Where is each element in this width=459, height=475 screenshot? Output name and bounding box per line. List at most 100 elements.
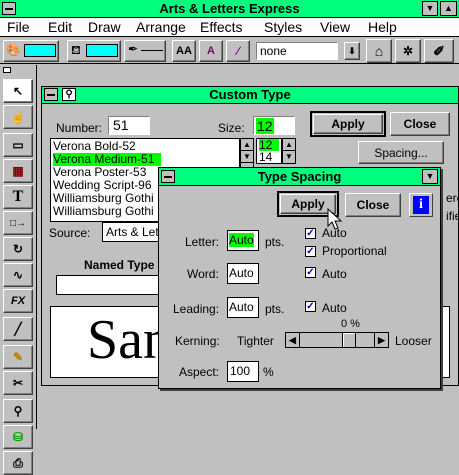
kerning-slider[interactable]: ◀ ▶: [285, 332, 389, 348]
symbols-tool[interactable]: ▦: [3, 159, 33, 183]
type-spacing-dialog: Type Spacing ▼ Apply Close i Letter: Aut…: [158, 167, 441, 389]
select-points-button[interactable]: ⌂: [366, 39, 392, 63]
type-spacing-title: Type Spacing: [257, 169, 342, 184]
custom-type-title: Custom Type: [209, 87, 291, 102]
leading-pts-label: pts.: [265, 302, 285, 316]
edit-style-button[interactable]: ✐: [424, 39, 454, 63]
letter-pts-label: pts.: [265, 235, 285, 249]
type-size-button[interactable]: AA: [172, 40, 196, 62]
source-label: Source:: [49, 226, 91, 240]
type-spacing-close-button[interactable]: Close: [345, 193, 401, 217]
toolbar: 🎨 ⛾ ✒ AA A ∕ none ⬇ ⌂ ✲ ✐: [0, 38, 459, 64]
number-label: Number:: [56, 121, 103, 135]
aspect-input[interactable]: 100: [227, 361, 259, 382]
size-input[interactable]: 12: [253, 116, 295, 135]
side-text-2: ified: [446, 209, 459, 223]
palette-icon: 🎨: [6, 43, 21, 57]
menu-draw[interactable]: Draw: [88, 19, 121, 35]
maximize-icon[interactable]: ▲: [440, 1, 457, 16]
app-titlebar: Arts & Letters Express ▼ ▲: [0, 0, 459, 18]
system-menu-icon[interactable]: [2, 2, 16, 15]
line-style-dropdown[interactable]: none: [256, 42, 338, 60]
hand-tool[interactable]: ☝: [3, 105, 33, 129]
custom-type-apply-button[interactable]: Apply: [310, 111, 386, 137]
looser-label: Looser: [395, 334, 432, 348]
menu-file[interactable]: File: [7, 19, 30, 35]
menu-view[interactable]: View: [320, 19, 350, 35]
rotate-tool[interactable]: ↻: [3, 237, 33, 261]
kerning-right-arrow-icon[interactable]: ▶: [374, 333, 388, 347]
shapes-tool[interactable]: ▭: [3, 133, 33, 157]
line-style-dropdown-arrow[interactable]: ⬇: [344, 42, 360, 60]
print-tool[interactable]: ⎙: [3, 451, 33, 475]
type-style-button[interactable]: A: [199, 40, 223, 62]
scroll-up-arrow-icon[interactable]: ▲: [241, 139, 253, 151]
named-type-label: Named Type: [84, 258, 155, 272]
toolbox: ↖ ☝ ▭ ▦ T □→ ↻ ∿ FX ╱ ✎ ✂ ⚲ ⛁ ⎙: [0, 65, 37, 475]
scissors-tool[interactable]: ✂: [3, 371, 33, 395]
spacing-button[interactable]: Spacing...: [358, 141, 444, 164]
type-spacing-minimize-icon[interactable]: ▼: [422, 169, 438, 184]
freehand-tool[interactable]: ∿: [3, 263, 33, 287]
fill-color-button[interactable]: 🎨: [3, 40, 59, 62]
named-type-input[interactable]: [56, 275, 161, 295]
word-auto-checkbox[interactable]: ✓: [305, 267, 316, 278]
zoom-tool[interactable]: ⚲: [3, 399, 33, 423]
proportional-label: Proportional: [322, 244, 387, 258]
info-button[interactable]: i: [409, 193, 433, 217]
aspect-label: Aspect:: [179, 365, 220, 379]
magic-wand-button[interactable]: ✲: [395, 39, 421, 63]
menu-bar: File Edit Draw Arrange Effects Styles Vi…: [0, 18, 459, 37]
fill-color-swatch: [24, 44, 56, 57]
menu-arrange[interactable]: Arrange: [136, 19, 186, 35]
menu-edit[interactable]: Edit: [48, 19, 72, 35]
menu-styles[interactable]: Styles: [264, 19, 302, 35]
effects-tool[interactable]: FX: [3, 289, 33, 313]
kerning-label: Kerning:: [175, 334, 220, 348]
word-auto-label: Auto: [322, 267, 347, 281]
leading-input[interactable]: Auto: [227, 297, 259, 318]
word-label: Word:: [187, 267, 219, 281]
brush-button[interactable]: ∕: [226, 40, 250, 62]
pen-icon: ✒: [128, 42, 139, 56]
line-weight-button[interactable]: ✒: [124, 40, 166, 62]
letter-auto-checkbox[interactable]: ✓: [305, 228, 316, 239]
kerning-slider-thumb[interactable]: [342, 333, 356, 347]
line-color-swatch: [86, 44, 118, 57]
line-color-button[interactable]: ⛾: [67, 40, 121, 62]
aspect-percent-label: %: [263, 365, 274, 379]
scroll-down-arrow-icon[interactable]: ▼: [241, 151, 253, 163]
menu-effects[interactable]: Effects: [200, 19, 243, 35]
size-list-scrollbar[interactable]: ▲ ▼: [282, 138, 296, 164]
bucket-icon: ⛾: [71, 43, 81, 57]
select-arrow-tool[interactable]: ↖: [3, 79, 33, 103]
type-spacing-titlebar: Type Spacing ▼: [159, 168, 440, 186]
list-item[interactable]: 14: [259, 151, 279, 163]
tighter-label: Tighter: [237, 334, 274, 348]
leading-auto-checkbox[interactable]: ✓: [305, 301, 316, 312]
letter-input[interactable]: Auto: [227, 230, 259, 251]
proportional-checkbox[interactable]: ✓: [305, 246, 316, 257]
text-tool[interactable]: T: [3, 185, 33, 209]
kerning-value: 0 %: [341, 318, 360, 330]
size-list[interactable]: 12 14: [256, 138, 282, 164]
custom-type-close-button[interactable]: Close: [390, 112, 450, 136]
pencil-tool[interactable]: ✎: [3, 345, 33, 369]
custom-type-titlebar: ⚲ Custom Type: [42, 87, 458, 104]
number-input[interactable]: 51: [108, 116, 150, 135]
kerning-left-arrow-icon[interactable]: ◀: [286, 333, 300, 347]
size-scroll-up-icon[interactable]: ▲: [283, 139, 295, 151]
side-text-1: ere: [446, 191, 459, 205]
word-input[interactable]: Auto: [227, 263, 259, 284]
size-label: Size:: [218, 121, 245, 135]
brush-icon: ∕: [236, 44, 239, 58]
minimize-icon[interactable]: ▼: [422, 1, 438, 16]
app-title: Arts & Letters Express: [159, 1, 300, 16]
custom-type-system-menu-icon[interactable]: [44, 88, 58, 101]
connect-tool[interactable]: □→: [3, 211, 33, 235]
menu-help[interactable]: Help: [368, 19, 397, 35]
size-scroll-down-icon[interactable]: ▼: [283, 151, 295, 163]
search-icon: ⚲: [62, 88, 76, 101]
type-spacing-system-menu-icon[interactable]: [161, 170, 175, 183]
line-tool[interactable]: ╱: [3, 317, 33, 341]
